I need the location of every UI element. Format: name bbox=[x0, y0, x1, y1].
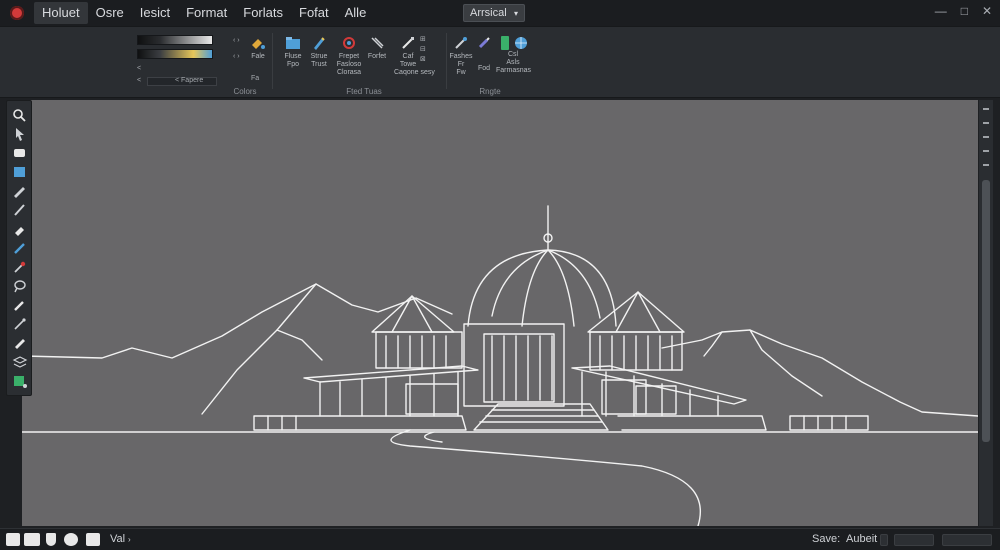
save-value: Aubeit bbox=[846, 533, 878, 545]
pen-icon bbox=[314, 37, 325, 50]
monitor-icon[interactable] bbox=[24, 533, 40, 546]
globe-tool[interactable]: Csl Asls Farmasnas bbox=[496, 35, 532, 75]
status-toggle[interactable] bbox=[880, 534, 888, 546]
close-button[interactable]: ✕ bbox=[982, 4, 992, 18]
pen-tool-label: Strue Trust bbox=[310, 53, 328, 68]
pencil-tool[interactable]: Forfet bbox=[364, 35, 390, 61]
color-gradient-swatch[interactable] bbox=[137, 49, 213, 59]
color-field-label: < bbox=[137, 77, 142, 84]
fill-tool[interactable]: Fale bbox=[247, 35, 269, 61]
edit-tools-group-label: Fted Tuas bbox=[346, 87, 382, 96]
eyedropper-tool-label: Fashes Fr Fw bbox=[449, 53, 473, 76]
right-tools-group: Fashes Fr Fw Fod Csl Asls Farmasnas Rngt… bbox=[448, 31, 532, 97]
grayscale-gradient-swatch[interactable] bbox=[137, 35, 213, 45]
eraser-icon bbox=[402, 37, 414, 49]
ribbon-toolbar: < < < Fapere ‹ › ‹ › Fale Fa Colors Flus… bbox=[0, 26, 1000, 98]
pen-icon[interactable] bbox=[11, 183, 29, 199]
colors-group: < < < Fapere ‹ › ‹ › Fale Fa Colors bbox=[137, 31, 273, 97]
drawing-canvas[interactable] bbox=[22, 100, 978, 526]
edit-tools-group: Fluse Fpo Strue Trust Frepet Fasloso Clo… bbox=[278, 31, 450, 97]
brush-icon bbox=[343, 37, 355, 49]
scrollbar-marker bbox=[983, 150, 989, 152]
eyedropper-icon bbox=[455, 37, 467, 49]
paint-bucket-icon bbox=[252, 39, 265, 49]
status-left-label: Val bbox=[110, 533, 126, 545]
clone-icon[interactable] bbox=[11, 335, 29, 351]
ribbon-divider bbox=[272, 33, 273, 89]
scrollbar-marker bbox=[983, 122, 989, 124]
refresh-icon[interactable] bbox=[64, 533, 78, 546]
pen-tool[interactable]: Strue Trust bbox=[306, 35, 332, 69]
eraser-icon[interactable] bbox=[11, 221, 29, 237]
layers-icon[interactable] bbox=[11, 354, 29, 370]
globe-icon bbox=[514, 37, 527, 49]
chat-icon[interactable] bbox=[86, 533, 100, 546]
menu-item-iesict[interactable]: Iesict bbox=[132, 2, 178, 24]
architecture-sketch bbox=[22, 205, 978, 526]
scrollbar-thumb[interactable] bbox=[982, 180, 990, 442]
pencil-tool-label: Forfet bbox=[367, 53, 387, 60]
app-logo-icon[interactable] bbox=[10, 6, 24, 20]
ribbon-divider bbox=[446, 33, 447, 89]
select-icon[interactable] bbox=[11, 126, 29, 142]
folder-tool[interactable]: Fluse Fpo bbox=[280, 35, 306, 69]
globe-tool-label: Csl Asls Farmasnas bbox=[496, 51, 532, 74]
chevron-right-icon: › bbox=[128, 535, 131, 544]
fill-tool-label: Fale bbox=[251, 53, 265, 60]
vertical-scrollbar[interactable] bbox=[979, 100, 993, 526]
eraser-tool[interactable]: Caf Towe Caqone sesy bbox=[394, 35, 435, 77]
menu-item-osre[interactable]: Osre bbox=[88, 2, 132, 24]
chevron-down-icon: ▾ bbox=[513, 8, 518, 18]
view-icon[interactable] bbox=[6, 533, 20, 546]
menu-item-fofat[interactable]: Fofat bbox=[291, 2, 337, 24]
folder-icon bbox=[286, 37, 300, 49]
brush-tool[interactable]: Frepet Fasloso Clorasa bbox=[334, 35, 364, 77]
color-field-text: < Fapere bbox=[175, 77, 204, 84]
minimize-button[interactable]: — bbox=[935, 4, 947, 18]
phone-icon bbox=[500, 36, 509, 50]
color-stepper-marks[interactable]: ‹ › bbox=[233, 53, 240, 60]
maximize-button[interactable]: □ bbox=[961, 4, 968, 18]
menu-item-format[interactable]: Format bbox=[178, 2, 235, 24]
folder-tool-label: Fluse Fpo bbox=[284, 53, 302, 68]
shield-icon[interactable] bbox=[46, 533, 56, 546]
window-controls: — □ ✕ bbox=[935, 4, 992, 18]
status-bar: Val › Save: Aubeit bbox=[0, 528, 1000, 550]
color-stepper-marks[interactable]: ‹ › bbox=[233, 37, 240, 44]
workspace-dropdown-value: Arrsical bbox=[470, 7, 507, 19]
fill-sub-label: Fa bbox=[251, 75, 260, 82]
tool-palette bbox=[6, 100, 32, 396]
square-icon[interactable] bbox=[11, 164, 29, 180]
adjust-icon[interactable] bbox=[11, 373, 29, 389]
lasso-icon[interactable] bbox=[11, 278, 29, 294]
menu-item-holuet[interactable]: Holuet bbox=[34, 2, 88, 24]
eraser-tool-label: Caf Towe Caqone sesy bbox=[394, 53, 435, 76]
scrollbar-marker bbox=[983, 164, 989, 166]
workspace-dropdown[interactable]: Arrsical ▾ bbox=[463, 4, 525, 22]
marker-icon bbox=[478, 37, 490, 49]
scroll-up-icon[interactable] bbox=[983, 108, 989, 110]
marker-tool-label: Fod bbox=[477, 65, 491, 72]
color-field-label: < bbox=[137, 65, 142, 72]
edit-small-tool-icons[interactable]: ⊞ ⊟ ⊠ bbox=[420, 35, 426, 65]
bucket-icon[interactable] bbox=[11, 145, 29, 161]
zoom-icon[interactable] bbox=[11, 107, 29, 123]
save-label: Save: bbox=[812, 533, 841, 545]
marker-tool[interactable]: Fod bbox=[472, 35, 496, 73]
marker-icon[interactable] bbox=[11, 297, 29, 313]
menu-item-forlats[interactable]: Forlats bbox=[235, 2, 291, 24]
right-group-label: Rngte bbox=[479, 87, 501, 96]
eyedropper-icon[interactable] bbox=[11, 259, 29, 275]
eyedropper-tool[interactable]: Fashes Fr Fw bbox=[448, 35, 474, 77]
brush-icon[interactable] bbox=[11, 202, 29, 218]
status-field[interactable] bbox=[894, 534, 934, 546]
scrollbar-marker bbox=[983, 136, 989, 138]
pencil-icon[interactable] bbox=[11, 240, 29, 256]
brush-tool-label: Frepet Fasloso Clorasa bbox=[336, 53, 362, 76]
status-field[interactable] bbox=[942, 534, 992, 546]
pencil-icon bbox=[371, 37, 384, 49]
menu-item-alle[interactable]: Alle bbox=[337, 2, 375, 24]
smudge-icon[interactable] bbox=[11, 316, 29, 332]
